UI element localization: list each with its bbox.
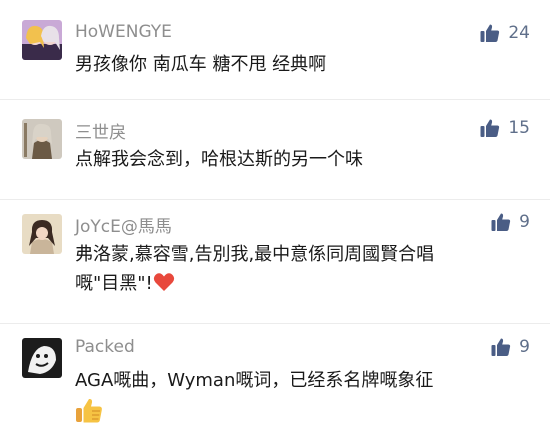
like-count: 15	[508, 118, 530, 138]
thumbs-up-emoji-icon	[75, 396, 103, 424]
like-button[interactable]: 15	[480, 117, 530, 139]
avatar[interactable]	[22, 20, 62, 60]
thumbs-up-icon	[491, 213, 511, 231]
comment-text-line: 弗洛蒙,慕容雪,告別我,最中意係同周國賢合唱	[75, 244, 435, 265]
comment-username[interactable]: JoYcE@馬馬	[75, 212, 172, 237]
comment-item: JoYcE@馬馬 弗洛蒙,慕容雪,告別我,最中意係同周國賢合唱 嘅"目黑"! 9	[0, 200, 550, 324]
comment-text: 点解我会念到，哈根达斯的另一个味	[75, 149, 363, 170]
like-button[interactable]: 24	[480, 22, 530, 44]
like-count: 9	[519, 337, 530, 357]
avatar[interactable]	[22, 119, 62, 159]
like-count: 24	[508, 23, 530, 43]
comment-item: Packed AGA嘅曲，Wyman嘅词，已经系名牌嘅象征 9	[0, 324, 550, 437]
comment-username[interactable]: 三世戾	[75, 118, 126, 143]
comment-item: 三世戾 点解我会念到，哈根达斯的另一个味 15	[0, 100, 550, 200]
red-heart-icon	[153, 272, 175, 292]
comment-text-line: 嘅"目黑"!	[75, 269, 530, 298]
avatar[interactable]	[22, 338, 62, 378]
warrior-avatar-icon	[22, 119, 62, 159]
like-button[interactable]: 9	[491, 211, 530, 233]
comment-text-tail: 嘅"目黑"!	[75, 273, 153, 294]
avatar[interactable]	[22, 214, 62, 254]
comment-username[interactable]: HoWENGYE	[75, 22, 172, 42]
comment-item: HoWENGYE 男孩像你 南瓜车 糖不甩 经典啊 24	[0, 0, 550, 100]
thumbs-up-icon	[480, 119, 500, 137]
comment-text: AGA嘅曲，Wyman嘅词，已经系名牌嘅象征	[75, 370, 434, 391]
like-count: 9	[519, 212, 530, 232]
comment-text: 弗洛蒙,慕容雪,告別我,最中意係同周國賢合唱 嘅"目黑"!	[75, 240, 530, 298]
like-button[interactable]: 9	[491, 336, 530, 358]
comment-text: 男孩像你 南瓜车 糖不甩 经典啊	[75, 54, 327, 75]
thumbs-up-icon	[491, 338, 511, 356]
thumbs-up-icon	[480, 24, 500, 42]
woman-avatar-icon	[22, 214, 62, 254]
bw-portrait-avatar-icon	[22, 338, 62, 378]
two-girls-avatar-icon	[22, 20, 62, 60]
comment-username[interactable]: Packed	[75, 337, 135, 357]
